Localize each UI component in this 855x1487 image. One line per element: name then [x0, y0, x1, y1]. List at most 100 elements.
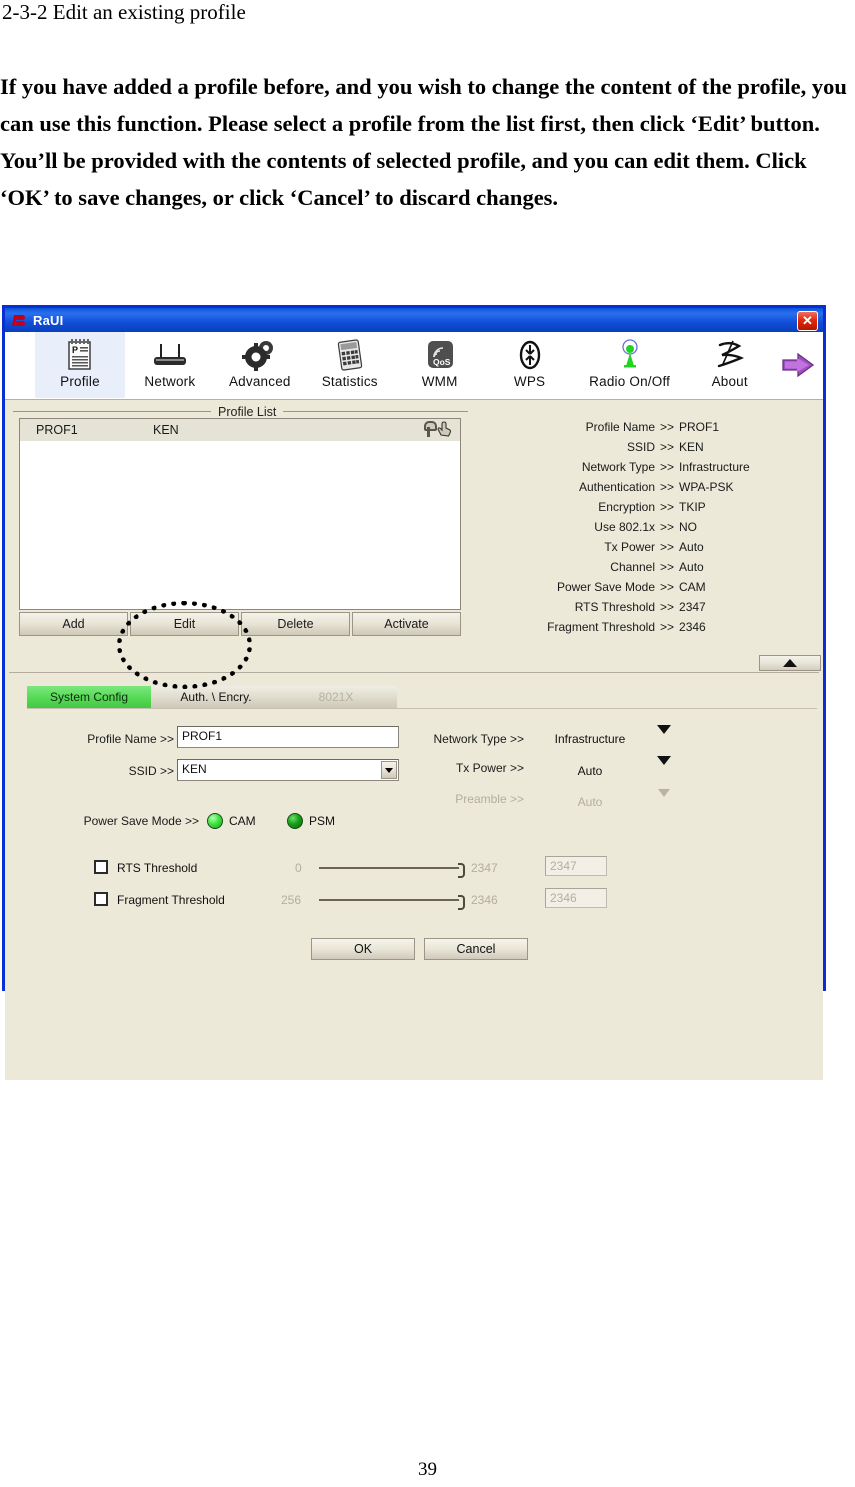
detail-label: SSID: [626, 440, 655, 454]
network-type-dropdown-icon[interactable]: [657, 725, 671, 752]
router-icon: [150, 336, 190, 374]
preamble-value: Auto: [577, 795, 603, 809]
power-save-psm-radio[interactable]: [287, 813, 303, 829]
key-icon: [423, 421, 437, 437]
detail-value: PROF1: [679, 420, 720, 434]
toolbar-label: About: [711, 374, 748, 389]
detail-label: Power Save Mode: [556, 580, 655, 594]
page-number: 39: [418, 1459, 437, 1480]
detail-value: Infrastructure: [679, 460, 750, 474]
detail-separator: >>: [660, 620, 675, 634]
fragment-threshold-min: 256: [281, 893, 302, 907]
toolbar-item-radio-on-off[interactable]: Radio On/Off: [575, 332, 685, 398]
rts-threshold-slider[interactable]: [319, 867, 459, 869]
fragment-threshold-checkbox[interactable]: [94, 892, 108, 906]
add-button[interactable]: Add: [19, 612, 128, 636]
wps-icon: [515, 336, 545, 374]
rts-threshold-checkbox[interactable]: [94, 860, 108, 874]
tx-power-dropdown-icon[interactable]: [657, 756, 671, 783]
profile-config-panel: System Config Auth. \ Encry. 8021X Profi…: [9, 678, 819, 1076]
detail-row: Tx Power >> Auto: [467, 540, 817, 560]
toolbar-item-statistics[interactable]: Statistics: [305, 332, 395, 398]
detail-row: Channel >> Auto: [467, 560, 817, 580]
profile-name-input[interactable]: PROF1: [177, 726, 399, 748]
chevron-down-icon[interactable]: [381, 761, 397, 779]
ok-button[interactable]: OK: [311, 938, 415, 960]
toolbar-item-profile[interactable]: P Profile: [35, 332, 125, 398]
detail-row: Authentication >> WPA-PSK: [467, 480, 817, 500]
detail-label: RTS Threshold: [574, 600, 655, 614]
gears-icon: [241, 336, 279, 374]
section-heading: 2-3-2 Edit an existing profile: [2, 0, 246, 24]
detail-label: Use 802.1x: [594, 520, 655, 534]
toolbar-label: Advanced: [228, 374, 291, 389]
toolbar-item-advanced[interactable]: Advanced: [215, 332, 305, 398]
profile-name-label: Profile Name >>: [87, 732, 174, 746]
detail-row: Fragment Threshold >> 2346: [467, 620, 817, 640]
power-save-mode-label: Power Save Mode >>: [83, 814, 199, 828]
edit-button[interactable]: Edit: [130, 612, 239, 636]
profile-row-icons: [423, 421, 452, 437]
fragment-threshold-slider-thumb[interactable]: [458, 895, 465, 910]
detail-row: Use 802.1x >> NO: [467, 520, 817, 540]
fragment-threshold-label: Fragment Threshold: [117, 893, 225, 907]
activate-button[interactable]: Activate: [352, 612, 461, 636]
profile-list-box[interactable]: PROF1 KEN: [19, 418, 461, 610]
detail-row: Network Type >> Infrastructure: [467, 460, 817, 480]
exit-arrow-icon[interactable]: [775, 332, 823, 398]
detail-separator: >>: [660, 440, 675, 454]
detail-separator: >>: [660, 500, 675, 514]
tx-power-value[interactable]: Auto: [535, 764, 645, 778]
ralink-logo-icon: [12, 313, 26, 327]
detail-row: Profile Name >> PROF1: [467, 420, 817, 440]
toolbar-label: WMM: [421, 374, 458, 389]
rts-threshold-min: 0: [295, 861, 302, 875]
detail-value: 2346: [679, 620, 706, 634]
detail-value: Auto: [679, 560, 704, 574]
detail-label: Encryption: [598, 500, 655, 514]
tab-underline: [27, 708, 817, 709]
calculator-icon: [335, 336, 365, 374]
window-body: Profile List PROF1 KEN Add Edit Delete A…: [5, 400, 823, 1080]
toolbar-item-network[interactable]: Network: [125, 332, 215, 398]
close-icon[interactable]: ✕: [797, 311, 818, 331]
power-save-cam-radio[interactable]: [207, 813, 223, 829]
toolbar-label: Network: [144, 374, 196, 389]
qos-icon: QoS: [424, 336, 456, 374]
fragment-threshold-input[interactable]: 2346: [545, 888, 607, 908]
table-row[interactable]: PROF1 KEN: [20, 419, 460, 441]
toolbar-item-wmm[interactable]: QoS WMM: [395, 332, 485, 398]
svg-text:QoS: QoS: [433, 357, 451, 367]
profile-icon: P: [65, 336, 95, 374]
rts-threshold-input[interactable]: 2347: [545, 856, 607, 876]
tab-system-config[interactable]: System Config: [27, 686, 151, 708]
tab-auth-encry[interactable]: Auth. \ Encry.: [151, 686, 281, 708]
detail-label: Channel: [610, 560, 655, 574]
group-legend-label: Profile List: [218, 404, 277, 419]
window-title: RaUI: [33, 312, 64, 328]
detail-value: KEN: [679, 440, 704, 454]
detail-label: Network Type: [581, 460, 655, 474]
raui-application-window: RaUI ✕ P Profile Network Advanced Statis…: [2, 305, 826, 1080]
cancel-button[interactable]: Cancel: [424, 938, 528, 960]
toolbar-item-wps[interactable]: WPS: [485, 332, 575, 398]
fragment-threshold-slider[interactable]: [319, 899, 459, 901]
body-paragraph: If you have added a profile before, and …: [0, 74, 847, 210]
ssid-label: SSID >>: [128, 764, 174, 778]
toolbar-label: Statistics: [321, 374, 378, 389]
detail-separator: >>: [660, 480, 675, 494]
profile-details-panel: Profile Name >> PROF1 SSID >> KEN Networ…: [467, 420, 817, 640]
ssid-combobox[interactable]: KEN: [177, 759, 399, 781]
rts-threshold-label: RTS Threshold: [117, 861, 198, 875]
config-tabstrip: System Config Auth. \ Encry. 8021X: [27, 686, 397, 709]
rts-threshold-slider-thumb[interactable]: [458, 863, 465, 878]
delete-button[interactable]: Delete: [241, 612, 350, 636]
network-type-value[interactable]: Infrastructure: [535, 732, 645, 746]
detail-separator: >>: [660, 560, 675, 574]
collapse-panel-button[interactable]: [759, 655, 821, 671]
toolbar-item-about[interactable]: About: [685, 332, 775, 398]
detail-value: TKIP: [679, 500, 706, 514]
fragment-threshold-max: 2346: [471, 893, 498, 907]
window-titlebar: RaUI ✕: [5, 308, 823, 332]
detail-separator: >>: [660, 520, 675, 534]
